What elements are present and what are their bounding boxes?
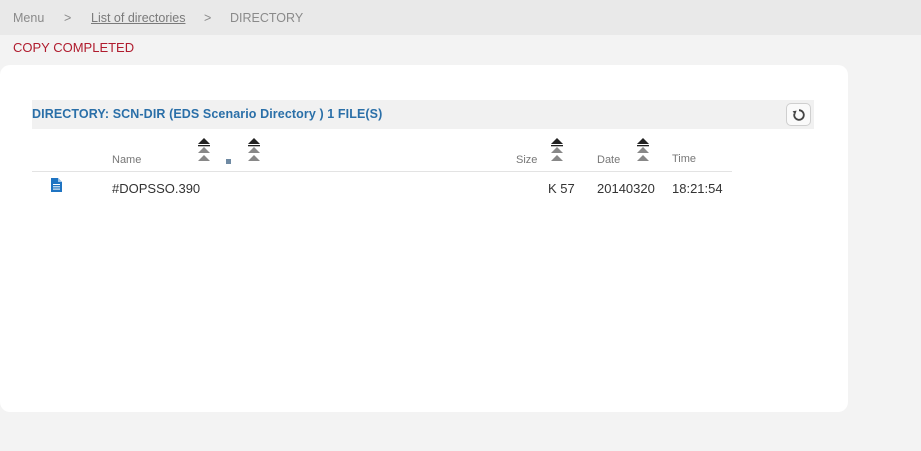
sort-triangles-icon: [198, 138, 210, 161]
refresh-icon: [792, 109, 805, 121]
refresh-button[interactable]: [786, 103, 811, 126]
file-time: 18:21:54: [672, 181, 723, 196]
file-name[interactable]: #DOPSSO.390: [112, 181, 200, 196]
sort-size-button[interactable]: [550, 138, 564, 165]
column-header-size: Size: [516, 154, 538, 166]
breadcrumb-separator: >: [204, 11, 212, 25]
breadcrumb-menu[interactable]: Menu: [13, 11, 44, 25]
breadcrumb-current: DIRECTORY: [230, 11, 304, 25]
breadcrumb: Menu > List of directories > DIRECTORY: [0, 0, 921, 35]
column-header-time: Time: [672, 153, 697, 165]
sort-type-button[interactable]: [247, 138, 261, 165]
sort-name-button[interactable]: [197, 138, 211, 165]
directory-header: DIRECTORY: SCN-DIR (EDS Scenario Directo…: [32, 100, 814, 129]
header-divider: [32, 171, 732, 172]
status-message: COPY COMPLETED: [13, 40, 135, 55]
directory-title: DIRECTORY: SCN-DIR (EDS Scenario Directo…: [32, 107, 383, 121]
file-date: 20140320: [597, 181, 655, 196]
file-icon[interactable]: [51, 178, 62, 192]
sort-date-button[interactable]: [636, 138, 650, 165]
file-size: K 57: [548, 181, 575, 196]
breadcrumb-list-of-directories-link[interactable]: List of directories: [91, 11, 185, 25]
sort-triangles-icon: [637, 138, 649, 161]
column-header-name: Name: [112, 154, 142, 166]
directory-panel: DIRECTORY: SCN-DIR (EDS Scenario Directo…: [0, 65, 848, 412]
column-marker: [226, 159, 231, 164]
sort-triangles-icon: [551, 138, 563, 161]
column-header-date: Date: [597, 154, 621, 166]
breadcrumb-separator: >: [64, 11, 72, 25]
sort-triangles-icon: [248, 138, 260, 161]
